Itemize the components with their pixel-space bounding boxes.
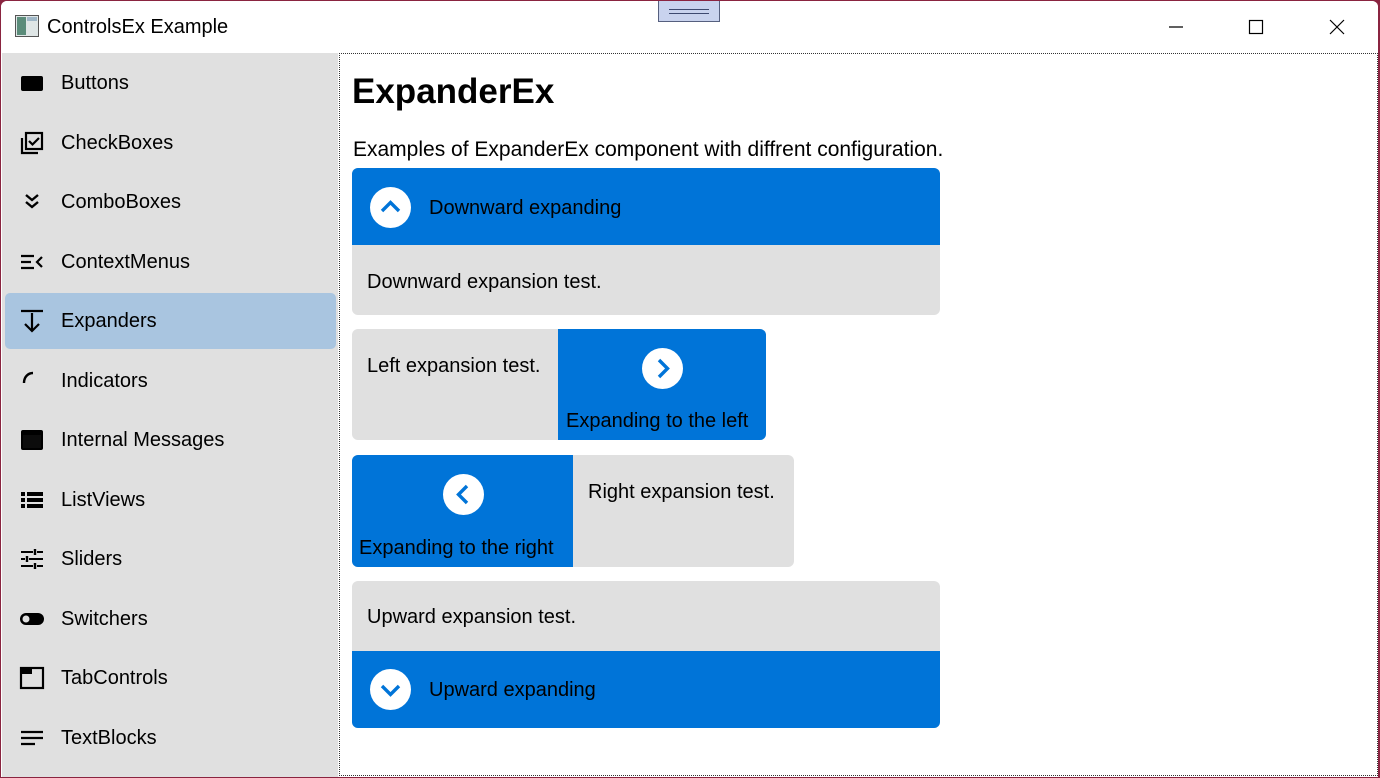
sidebar-item-label: Indicators [61,370,148,392]
sidebar-item-label: TextBlocks [61,727,157,749]
expander-toggle-button[interactable] [370,187,411,228]
sidebar-item-contextmenus[interactable]: ContextMenus [5,234,336,290]
list-icon [21,492,43,508]
expander-toggle-button[interactable] [443,474,484,515]
expander-header-label: Downward expanding [429,197,622,219]
close-button[interactable] [1297,1,1377,53]
expander-content-text: Left expansion test. [367,355,541,377]
sidebar-item-label: Expanders [61,310,157,332]
sidebar-item-label: Internal Messages [61,429,225,451]
message-window-icon [21,430,43,450]
double-chevron-down-icon [25,194,39,209]
sidebar-item-listviews[interactable]: ListViews [5,472,336,528]
maximize-icon [1248,19,1264,35]
text-lines-icon [21,730,43,746]
expander-toggle-button[interactable] [370,669,411,710]
sidebar-item-switchers[interactable]: Switchers [5,591,336,647]
sidebar-nav: Buttons CheckBoxes ComboBoxes ContextMen… [2,53,338,777]
sidebar-item-buttons[interactable]: Buttons [5,55,336,111]
window-title: ControlsEx Example [47,16,229,38]
menu-open-icon [21,254,43,270]
expander-header-label: Expanding to the left [566,410,749,432]
sidebar-item-label: Buttons [61,72,129,94]
sidebar-item-label: ListViews [61,489,146,511]
tune-sliders-icon [21,549,43,569]
title-bar[interactable]: ControlsEx Example [1,1,1378,53]
expander-content-text: Right expansion test. [588,481,775,503]
sidebar-item-label: CheckBoxes [61,132,174,154]
expander-right-header[interactable]: Expanding to the right [352,455,573,567]
expander-downward: Downward expanding Downward expansion te… [352,168,940,315]
expander-upward-header[interactable]: Upward expanding [352,651,940,728]
progress-arc-icon [22,371,34,384]
toggle-switch-icon [20,613,44,625]
page-title: ExpanderEx [352,72,555,111]
sidebar-item-internal-messages[interactable]: Internal Messages [5,412,336,468]
sidebar-item-label: ContextMenus [61,251,190,273]
sidebar-item-label: Switchers [61,608,148,630]
chevron-left-icon [456,484,469,505]
expander-header-label: Upward expanding [429,679,596,701]
sidebar-item-sliders[interactable]: Sliders [5,531,336,587]
expand-down-icon [21,309,43,333]
expander-upward: Upward expansion test. Upward expanding [352,581,940,728]
minimize-button[interactable] [1136,1,1216,53]
chevron-down-icon [380,684,401,697]
sidebar-item-comboboxes[interactable]: ComboBoxes [5,174,336,230]
checkbox-multiple-icon [20,131,44,155]
app-window: ControlsEx Example Buttons CheckBoxes Co… [1,1,1378,777]
sidebar-item-textblocks[interactable]: TextBlocks [5,710,336,766]
expander-downward-header[interactable]: Downward expanding [352,168,940,245]
minimize-icon [1169,26,1183,28]
sidebar-item-label: TabControls [61,667,168,689]
chevron-up-icon [380,200,401,213]
expander-header-label: Expanding to the right [359,537,554,559]
tab-icon [19,666,45,690]
expander-left: Left expansion test. Expanding to the le… [352,329,766,440]
app-icon [15,15,39,37]
button-icon [21,76,43,91]
expander-left-header[interactable]: Expanding to the left [558,329,766,440]
sidebar-item-expanders[interactable]: Expanders [5,293,336,349]
sidebar-item-checkboxes[interactable]: CheckBoxes [5,115,336,171]
drag-handle[interactable] [658,1,720,22]
expander-right: Expanding to the right Right expansion t… [352,455,794,567]
expander-content-text: Upward expansion test. [367,606,577,628]
expander-content-text: Downward expansion test. [367,271,602,293]
sidebar-item-indicators[interactable]: Indicators [5,353,336,409]
sidebar-item-label: Sliders [61,548,123,570]
chevron-right-icon [657,358,670,379]
page-description: Examples of ExpanderEx component with di… [353,138,944,161]
sidebar-item-tabcontrols[interactable]: TabControls [5,650,336,706]
sidebar-item-label: ComboBoxes [61,191,182,213]
expander-toggle-button[interactable] [642,348,683,389]
close-icon [1329,19,1345,35]
maximize-button[interactable] [1216,1,1296,53]
